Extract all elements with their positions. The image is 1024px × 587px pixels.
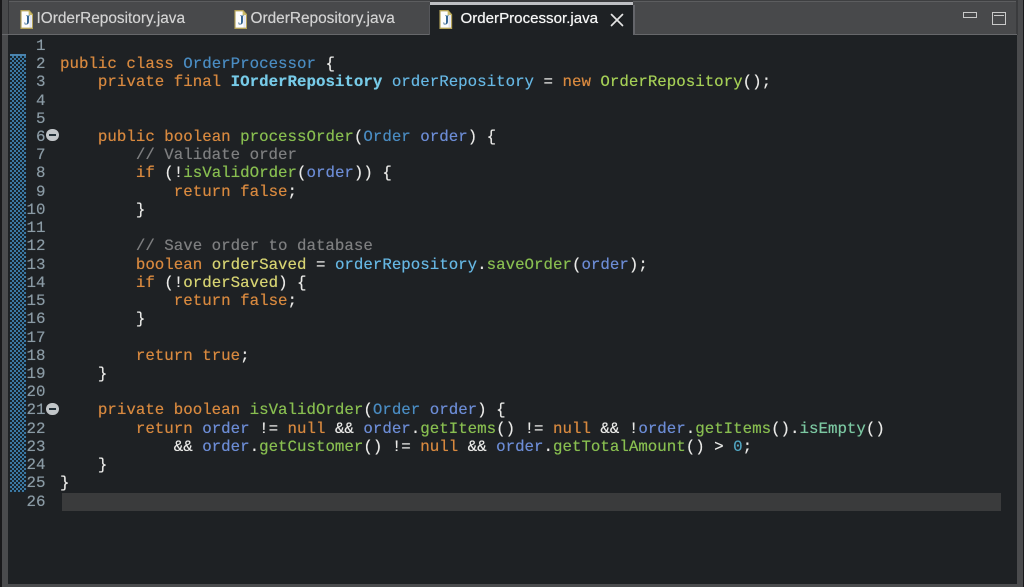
svg-text:J: J [238,11,245,27]
svg-text:J: J [24,11,31,27]
svg-text:J: J [443,11,450,27]
